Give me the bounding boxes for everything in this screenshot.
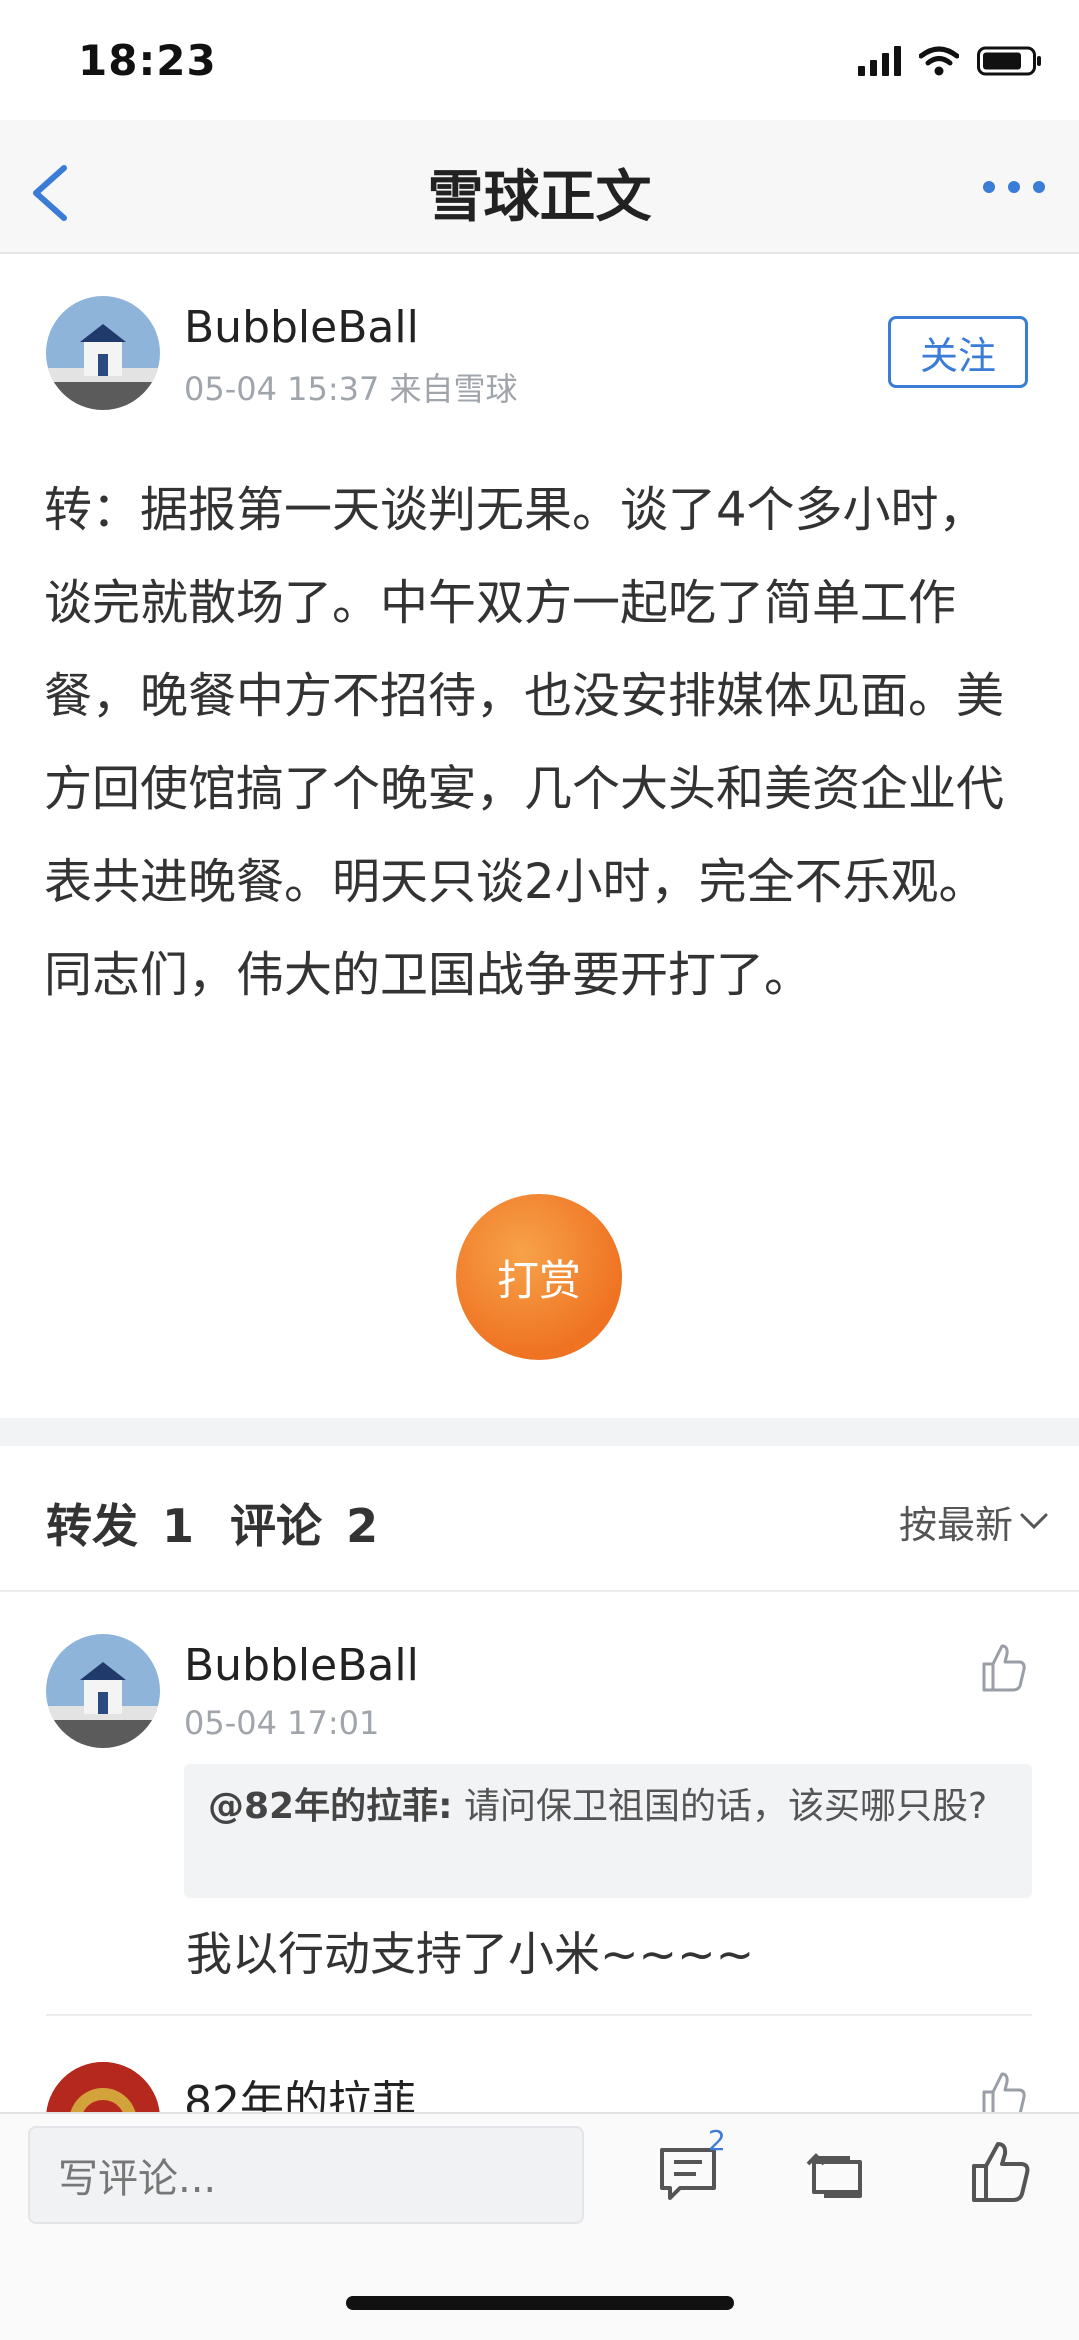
cellular-signal-icon <box>858 46 901 76</box>
sort-label: 按最新 <box>898 1503 1013 1547</box>
home-indicator <box>346 2296 734 2310</box>
follow-button[interactable]: 关注 <box>888 316 1028 388</box>
section-divider <box>0 1418 1079 1446</box>
comment-label[interactable]: 评论 <box>230 1499 322 1553</box>
like-icon[interactable] <box>980 1642 1028 1694</box>
status-time: 18:23 <box>78 36 217 85</box>
comment-time: 05-04 17:01 <box>184 1704 380 1742</box>
commenter-avatar[interactable] <box>46 1634 160 1748</box>
author-name[interactable]: BubbleBall <box>184 302 419 353</box>
wifi-icon <box>919 46 959 76</box>
quote-text: 请问保卫祖国的话，该买哪只股? <box>463 1786 988 1827</box>
reward-button[interactable]: 打赏 <box>456 1194 622 1360</box>
divider <box>0 1590 1079 1592</box>
comment-placeholder: 写评论... <box>58 2156 217 2202</box>
comment-input[interactable]: 写评论... <box>28 2126 584 2224</box>
page-title: 雪球正文 <box>427 165 652 230</box>
engagement-counts: 转发 1 评论 2 <box>46 1490 386 1556</box>
sort-dropdown[interactable]: 按最新 <box>899 1494 1049 1549</box>
battery-icon <box>977 46 1041 76</box>
repost-label[interactable]: 转发 <box>46 1499 138 1553</box>
chevron-down-icon <box>1020 1513 1048 1529</box>
like-icon[interactable] <box>970 2140 1032 2204</box>
commenter-name[interactable]: BubbleBall <box>184 1640 419 1691</box>
status-icons <box>858 46 1043 76</box>
divider <box>46 2014 1032 2016</box>
repost-count: 1 <box>162 1499 195 1553</box>
post-body: 转：据报第一天谈判无果。谈了4个多小时，谈完就散场了。中午双方一起吃了简单工作餐… <box>44 482 1005 1003</box>
repost-icon[interactable] <box>804 2150 870 2204</box>
post-meta: 05-04 15:37 来自雪球 <box>184 370 518 408</box>
quoted-comment: @82年的拉菲: 请问保卫祖国的话，该买哪只股? <box>184 1764 1032 1898</box>
comment-count: 2 <box>346 1499 379 1553</box>
quote-author[interactable]: @82年的拉菲: <box>208 1786 453 1827</box>
more-options-icon[interactable] <box>979 172 1049 202</box>
author-avatar[interactable] <box>46 296 160 410</box>
comment-count-badge: 2 <box>708 2124 726 2157</box>
comment-text: 我以行动支持了小米~~~~ <box>186 1927 755 1981</box>
